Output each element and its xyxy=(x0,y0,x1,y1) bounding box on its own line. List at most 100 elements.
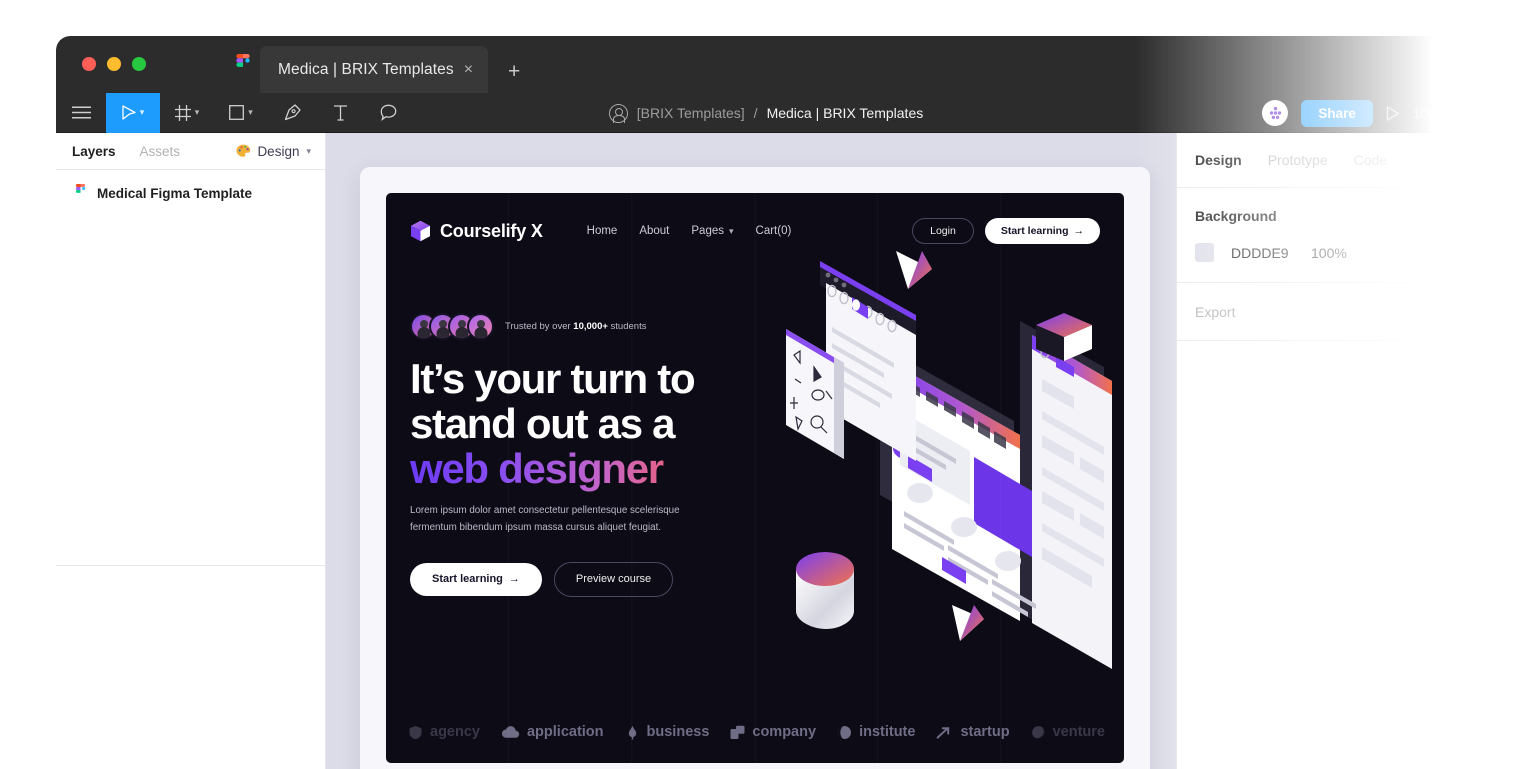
brand-name: Courselify X xyxy=(440,220,543,241)
close-window-button[interactable] xyxy=(82,57,96,71)
layer-name: Medical Figma Template xyxy=(97,185,253,201)
logo-business: business xyxy=(625,724,710,740)
window-controls[interactable] xyxy=(82,57,146,71)
right-panel-tabs: Design Prototype Code xyxy=(1177,133,1476,188)
zoom-level-menu[interactable]: 100% ▾ xyxy=(1413,106,1458,121)
tab-layers[interactable]: Layers xyxy=(72,144,116,159)
tool-shape[interactable]: ▾ xyxy=(214,93,268,133)
app-body: Layers Assets Design ▾ Medical Figma Tem… xyxy=(56,133,1476,769)
toolbar-right-group: Share 100% ▾ xyxy=(1262,93,1458,133)
background-row: DDDDE9 100% xyxy=(1195,243,1458,262)
logo-institute: institute xyxy=(837,724,915,740)
avatar xyxy=(467,313,494,340)
screenshot-root: Medica | BRIX Templates × + ▾ ▾ ▾ [BRIX … xyxy=(0,0,1536,769)
canvas-area[interactable]: Courselify X Home About Pages ▾ Cart(0) … xyxy=(326,133,1176,769)
pen-icon xyxy=(284,104,301,121)
multiplayer-avatar[interactable] xyxy=(1262,100,1289,126)
zoom-window-button[interactable] xyxy=(132,57,146,71)
logo-label: agency xyxy=(430,724,480,740)
website-mockup: Courselify X Home About Pages ▾ Cart(0) … xyxy=(386,193,1124,763)
trusted-count: 10,000+ xyxy=(573,321,608,332)
panel-divider xyxy=(56,565,325,566)
new-tab-button[interactable]: + xyxy=(508,60,520,84)
visibility-toggle[interactable] xyxy=(1439,243,1458,262)
shape-rectangle-icon xyxy=(229,105,245,120)
design-menu-label: Design xyxy=(257,143,300,159)
cloud-icon xyxy=(501,725,520,738)
chevron-down-icon: ▾ xyxy=(729,225,734,236)
color-hex-value[interactable]: DDDDE9 xyxy=(1231,245,1311,261)
left-panel-tabs: Layers Assets Design ▾ xyxy=(56,133,325,170)
hero-cta-group: Start learning → Preview course xyxy=(410,562,740,598)
hero-start-learning-button[interactable]: Start learning → xyxy=(410,563,542,597)
tool-pen[interactable] xyxy=(268,93,316,133)
comment-icon xyxy=(380,104,396,121)
iso-triangle-bottom xyxy=(952,605,984,641)
chevron-down-icon: ▾ xyxy=(306,145,311,156)
logo-venture: venture xyxy=(1031,724,1105,740)
tab-code[interactable]: Code xyxy=(1354,152,1387,168)
chevron-down-icon: ▾ xyxy=(139,107,145,117)
background-section: Background DDDDE9 100% xyxy=(1177,188,1476,283)
main-menu-button[interactable] xyxy=(56,93,106,133)
logo-label: startup xyxy=(960,724,1010,740)
moon-icon xyxy=(838,725,852,739)
breadcrumb-separator: / xyxy=(753,105,758,121)
tool-text[interactable] xyxy=(316,93,364,133)
logo-label: business xyxy=(646,724,710,740)
breadcrumb-team: [BRIX Templates] xyxy=(636,105,745,121)
nav-link-home[interactable]: Home xyxy=(587,225,618,237)
trusted-by-text: Trusted by over 10,000+ students xyxy=(505,321,646,332)
tool-frame[interactable]: ▾ xyxy=(160,93,214,133)
design-menu-button[interactable]: Design ▾ xyxy=(236,144,311,159)
tab-assets[interactable]: Assets xyxy=(140,144,181,159)
cursor-move-icon xyxy=(122,104,136,120)
design-frame[interactable]: Courselify X Home About Pages ▾ Cart(0) … xyxy=(360,167,1150,769)
layer-item[interactable]: Medical Figma Template xyxy=(56,170,325,202)
palette-icon xyxy=(236,144,251,157)
avatar-dots-icon xyxy=(1269,106,1282,119)
arrow-right-icon: → xyxy=(508,573,520,586)
share-button[interactable]: Share xyxy=(1301,99,1373,127)
mockup-logo-strip: agency application business company inst… xyxy=(386,715,1124,749)
nav-link-label: Home xyxy=(586,225,618,237)
trusted-suffix: students xyxy=(607,321,647,332)
eye-icon xyxy=(1439,243,1458,257)
text-tool-icon xyxy=(333,104,347,121)
arrow-right-icon: → xyxy=(1073,224,1085,237)
mockup-brand[interactable]: Courselify X xyxy=(410,220,543,242)
titlebar: Medica | BRIX Templates × + xyxy=(56,36,1476,93)
nav-link-cart[interactable]: Cart(0) xyxy=(756,225,792,237)
trusted-prefix: Trusted by over xyxy=(505,321,574,332)
cube-logo-icon xyxy=(411,220,430,242)
nav-link-label: Cart(0) xyxy=(755,225,792,237)
tool-move[interactable]: ▾ xyxy=(106,92,160,133)
logo-agency: agency xyxy=(408,724,480,740)
tool-comment[interactable] xyxy=(364,93,412,133)
nav-link-about[interactable]: About xyxy=(639,225,669,237)
breadcrumb-file-name: Medica | BRIX Templates xyxy=(766,105,924,121)
opacity-value[interactable]: 100% xyxy=(1311,245,1347,261)
logo-company: company xyxy=(730,724,816,740)
close-icon[interactable]: × xyxy=(464,61,473,78)
iso-triangle-top xyxy=(896,251,932,289)
left-panel: Layers Assets Design ▾ Medical Figma Tem… xyxy=(56,133,326,769)
nav-link-label: About xyxy=(639,225,670,237)
tab-prototype[interactable]: Prototype xyxy=(1268,152,1328,168)
trusted-by-row: Trusted by over 10,000+ students xyxy=(410,313,740,340)
minimize-window-button[interactable] xyxy=(107,57,121,71)
iso-window-back xyxy=(1020,321,1112,669)
hero-preview-course-button[interactable]: Preview course xyxy=(553,562,674,598)
export-section: Export + xyxy=(1177,283,1476,341)
add-export-button[interactable]: + xyxy=(1446,301,1458,322)
toolbar: ▾ ▾ ▾ [BRIX Templates] / Medica | BRIX T… xyxy=(56,92,1476,133)
present-play-icon[interactable] xyxy=(1386,105,1400,121)
hero-heading-line1: It’s your turn to xyxy=(410,355,696,402)
hero-paragraph: Lorem ipsum dolor amet consectetur pelle… xyxy=(410,504,680,533)
browser-tab[interactable]: Medica | BRIX Templates × xyxy=(260,46,488,93)
shield-icon xyxy=(409,725,422,739)
color-swatch[interactable] xyxy=(1195,243,1214,262)
nav-link-pages[interactable]: Pages ▾ xyxy=(691,225,733,237)
tab-design[interactable]: Design xyxy=(1195,152,1242,168)
logo-label: application xyxy=(526,724,604,740)
